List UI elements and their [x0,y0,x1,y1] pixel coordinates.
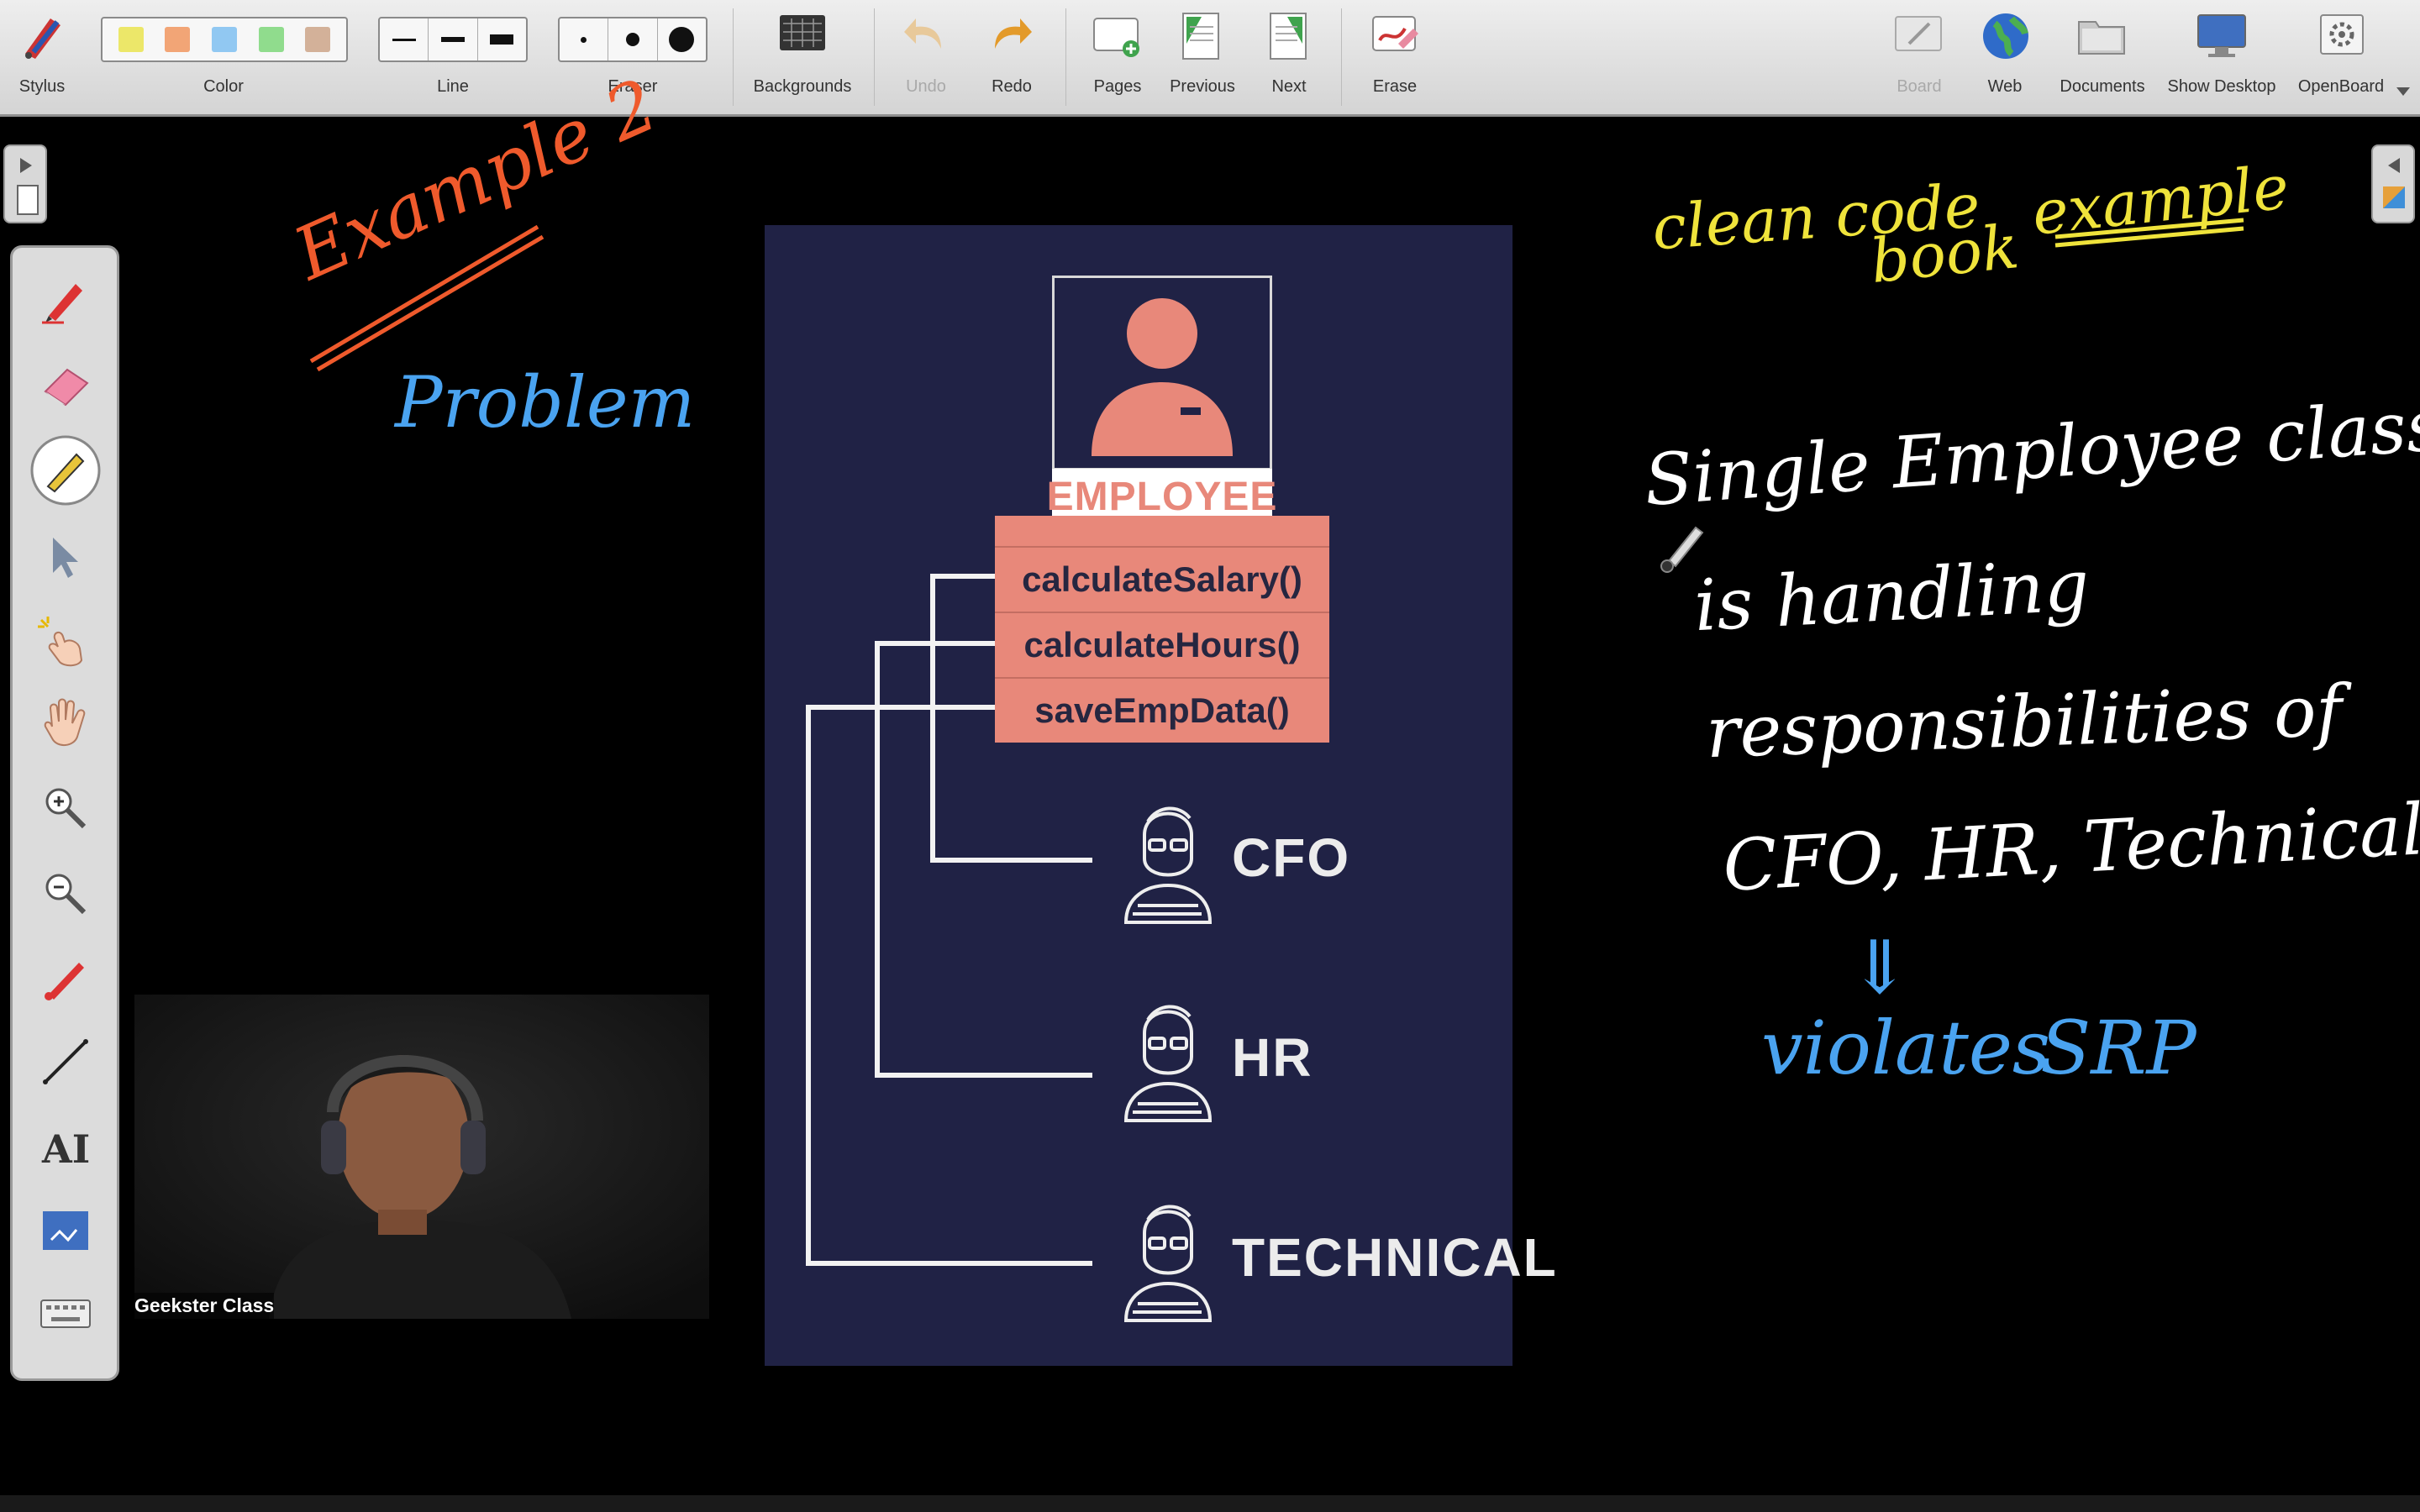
method-save-emp-data: saveEmpData() [995,677,1329,743]
hand-icon[interactable] [29,688,102,760]
color-swatch-green[interactable] [258,27,284,52]
web-icon[interactable] [1980,10,2032,66]
documents-icon[interactable] [2075,10,2129,65]
redo-icon[interactable] [985,10,1035,65]
color-swatch-yellow[interactable] [118,27,144,52]
interactor-icon[interactable] [29,606,102,678]
presenter-image [134,995,709,1319]
toolbar-overflow-icon[interactable] [2396,87,2410,96]
pages-thumbnail-icon [17,185,39,215]
color-swatch-blue[interactable] [211,27,237,52]
participant-name: Geekster Class [134,1293,275,1319]
undo-label: Undo [906,77,946,96]
next-page-icon[interactable] [1264,10,1314,66]
slide-image: EMPLOYEE calculateSalary() calculateHour… [765,225,1556,1366]
backgrounds-icon[interactable] [776,10,829,65]
previous-page-icon[interactable] [1176,10,1227,66]
bottom-edge [0,1495,2420,1512]
text-icon[interactable]: AI [29,1111,102,1184]
erase-label: Erase [1372,77,1418,96]
web-label: Web [1987,77,2023,96]
hr-person-icon [1118,991,1218,1130]
toolbar-divider [1341,8,1342,106]
eraser-medium-option[interactable] [608,18,658,60]
marker-icon[interactable] [29,434,102,507]
person-avatar-icon [1055,278,1270,468]
line-label: Line [437,77,469,96]
tool-palette: AI [10,245,119,1381]
webcam-video: Geekster Class [134,995,709,1319]
toolbar-divider [874,8,875,106]
annotation-line3: responsibilities of [1704,669,2344,774]
annotation-srp: SRP [2040,1005,2196,1091]
annotation-example-right-underline [2054,218,2244,248]
board-label: Board [1897,77,1942,96]
annotation-line2: is handling [1691,543,2091,648]
toolbar-divider [733,8,734,106]
library-icon [2383,186,2405,208]
cfo-person-icon [1118,793,1218,932]
capture-icon[interactable] [29,1195,102,1268]
annotation-violates: violates [1761,1005,2051,1091]
zoom-out-icon[interactable] [29,858,102,930]
openboard-icon[interactable] [2316,10,2368,65]
stylus-label: Stylus [18,77,66,96]
show-desktop-label: Show Desktop [2167,77,2276,96]
color-swatch-orange[interactable] [165,27,191,52]
toolbar-divider [1065,8,1066,106]
openboard-label: OpenBoard [2297,77,2385,96]
line-thick-option[interactable] [478,18,526,60]
line-thin-option[interactable] [380,18,429,60]
erase-all-icon[interactable] [1368,10,1422,65]
pen-cursor-icon [1657,516,1707,579]
line-medium-option[interactable] [429,18,478,60]
documents-label: Documents [2060,77,2145,96]
zoom-in-icon[interactable] [29,772,102,844]
selector-icon[interactable] [29,522,102,594]
eraser-small-option[interactable] [560,18,609,60]
eraser-icon[interactable] [29,349,102,421]
show-desktop-icon[interactable] [2195,10,2249,65]
left-panel-toggle[interactable] [3,144,47,223]
keyboard-icon[interactable] [29,1278,102,1350]
stylus-icon[interactable] [17,10,69,66]
annotation-book: book [1867,211,2023,297]
board-icon[interactable] [1892,10,1944,65]
annotation-example-underline [309,224,544,372]
right-panel-toggle[interactable] [2371,144,2415,223]
undo-icon[interactable] [901,10,951,65]
color-palette[interactable] [101,17,348,62]
annotation-arrow: ⇓ [1849,924,1911,1011]
eraser-large-option[interactable] [658,18,706,60]
methods-box: calculateSalary() calculateHours() saveE… [995,516,1329,743]
toolbar: Stylus Color Line Eraser Backgrounds Und… [0,0,2420,117]
redo-label: Redo [992,77,1032,96]
method-calculate-salary: calculateSalary() [995,546,1329,612]
role-cfo: CFO [1232,827,1351,888]
expand-arrow-icon [20,158,32,173]
pen-icon[interactable] [29,263,102,335]
svg-text:AI: AI [41,1126,90,1172]
eraser-size-selector[interactable] [558,17,708,62]
collapse-arrow-icon [2388,158,2400,173]
line-icon[interactable] [29,1026,102,1098]
laser-pointer-icon[interactable] [29,942,102,1014]
annotation-problem: Problem [395,361,696,444]
next-label: Next [1271,77,1307,96]
role-technical: TECHNICAL [1232,1227,1558,1288]
annotation-line1: Single Employee class [1641,383,2420,522]
backgrounds-label: Backgrounds [753,77,852,96]
pages-icon[interactable] [1091,10,1144,66]
technical-person-icon [1118,1191,1218,1330]
color-swatch-brown[interactable] [305,27,331,52]
annotation-line4: CFO, HR, Technical [1721,788,2420,907]
method-calculate-hours: calculateHours() [995,612,1329,677]
color-label: Color [203,77,244,96]
role-hr: HR [1232,1027,1313,1088]
previous-label: Previous [1170,77,1235,96]
pages-label: Pages [1093,77,1142,96]
employee-card [1052,276,1272,470]
line-width-selector[interactable] [378,17,528,62]
